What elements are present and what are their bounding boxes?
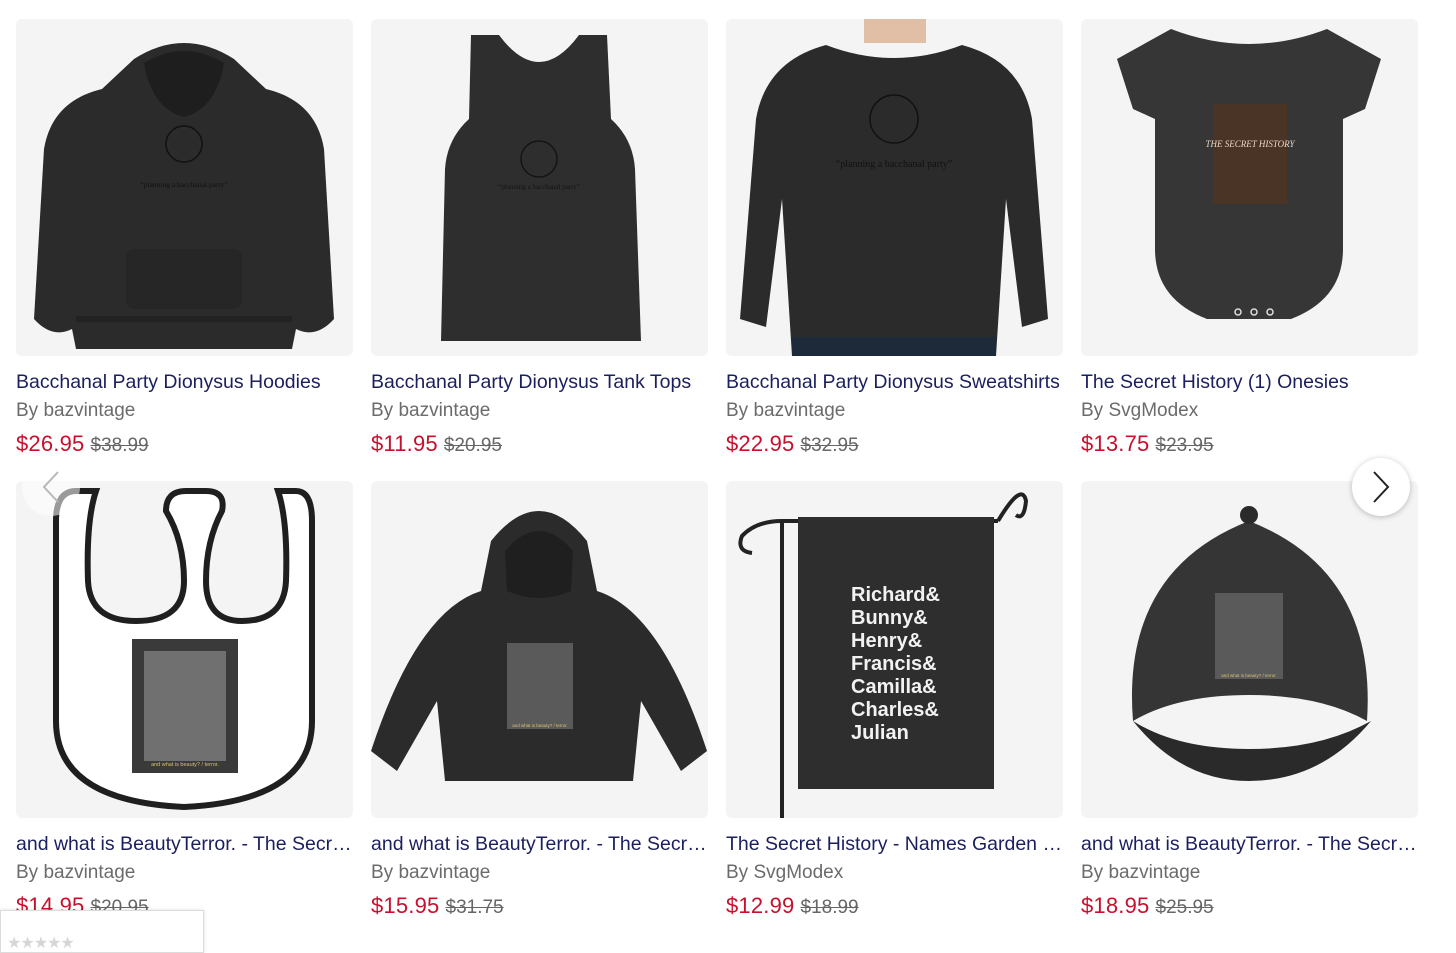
product-title[interactable]: and what is BeautyTerror. - The Secret H… — [16, 832, 353, 856]
carousel-prev-button[interactable] — [22, 458, 80, 516]
flag-names: Richard& Bunny& Henry& Francis& Camilla&… — [851, 584, 945, 744]
flag-name-line: Camilla& — [851, 676, 937, 698]
product-image[interactable]: “planning a bacchanal party” — [371, 19, 708, 356]
flag-name-line: Julian — [851, 722, 909, 744]
product-seller[interactable]: By SvgModex — [1081, 399, 1418, 423]
product-card-kids-hoodie[interactable]: and what is beauty? / terror. and what i… — [371, 481, 708, 943]
flag-name-line: Francis& — [851, 653, 937, 675]
sale-price: $22.95 — [726, 431, 795, 456]
product-prices: $11.95 $20.95 — [371, 431, 708, 460]
print-text: and what is beauty? / terror. — [1221, 673, 1277, 678]
product-row: “planning a bacchanal party” Bacchanal P… — [16, 19, 1418, 481]
flag-name-line: Henry& — [851, 630, 922, 652]
product-title[interactable]: Bacchanal Party Dionysus Tank Tops — [371, 370, 708, 394]
product-card-cap[interactable]: and what is beauty? / terror. and what i… — [1081, 481, 1418, 943]
product-seller[interactable]: By bazvintage — [726, 399, 1063, 423]
print-text: “planning a bacchanal party” — [498, 183, 579, 191]
product-card-sweatshirt[interactable]: “planning a bacchanal party” Bacchanal P… — [726, 19, 1063, 481]
product-card-hoodie[interactable]: “planning a bacchanal party” Bacchanal P… — [16, 19, 353, 481]
product-title[interactable]: Bacchanal Party Dionysus Hoodies — [16, 370, 353, 394]
product-seller[interactable]: By bazvintage — [371, 399, 708, 423]
print-text: and what is beauty? / terror. — [512, 723, 568, 728]
star-rating-icon[interactable]: ★★★★★ — [7, 935, 75, 952]
print-text: and what is beauty? / terror. — [151, 762, 219, 768]
product-prices: $22.95 $32.95 — [726, 431, 1063, 460]
flag-name-line: Charles& — [851, 699, 939, 721]
original-price: $20.95 — [443, 435, 502, 456]
product-title[interactable]: The Secret History - Names Garden Flags — [726, 832, 1063, 856]
chevron-right-icon — [1373, 471, 1390, 503]
original-price: $32.95 — [800, 435, 859, 456]
print-text: “planning a bacchanal party” — [836, 159, 952, 170]
product-title[interactable]: The Secret History (1) Onesies — [1081, 370, 1418, 394]
product-image[interactable]: and what is beauty? / terror. — [16, 481, 353, 818]
bottom-fade-overlay — [0, 915, 1456, 953]
product-seller[interactable]: By bazvintage — [1081, 861, 1418, 885]
product-title[interactable]: and what is BeautyTerror. - The Secret H… — [371, 832, 708, 856]
print-text: THE SECRET HISTORY — [1205, 139, 1295, 149]
rating-widget[interactable]: ★★★★★ — [0, 910, 204, 953]
original-price: $23.95 — [1155, 435, 1214, 456]
product-image[interactable]: THE SECRET HISTORY — [1081, 19, 1418, 356]
product-card-tank-top[interactable]: “planning a bacchanal party” Bacchanal P… — [371, 19, 708, 481]
sale-price: $13.75 — [1081, 431, 1150, 456]
product-grid: “planning a bacchanal party” Bacchanal P… — [16, 19, 1418, 943]
flag-name-line: Richard& — [851, 584, 940, 606]
product-image[interactable]: and what is beauty? / terror. — [371, 481, 708, 818]
product-seller[interactable]: By SvgModex — [726, 861, 1063, 885]
product-row: and what is beauty? / terror. and what i… — [16, 481, 1418, 943]
product-image[interactable]: and what is beauty? / terror. — [1081, 481, 1418, 818]
product-prices: $26.95 $38.99 — [16, 431, 353, 460]
product-seller[interactable]: By bazvintage — [16, 861, 353, 885]
product-prices: $13.75 $23.95 — [1081, 431, 1418, 460]
product-title[interactable]: and what is BeautyTerror. - The Secret H… — [1081, 832, 1418, 856]
sale-price: $11.95 — [371, 431, 438, 456]
product-image[interactable]: Richard& Bunny& Henry& Francis& Camilla&… — [726, 481, 1063, 818]
product-seller[interactable]: By bazvintage — [371, 861, 708, 885]
print-text: “planning a bacchanal party” — [140, 180, 227, 189]
product-card-garden-flag[interactable]: Richard& Bunny& Henry& Francis& Camilla&… — [726, 481, 1063, 943]
product-seller[interactable]: By bazvintage — [16, 399, 353, 423]
carousel-next-button[interactable] — [1352, 458, 1410, 516]
chevron-left-icon — [42, 471, 59, 503]
flag-name-line: Bunny& — [851, 607, 928, 629]
sale-price: $26.95 — [16, 431, 85, 456]
original-price: $38.99 — [90, 435, 149, 456]
product-image[interactable]: “planning a bacchanal party” — [726, 19, 1063, 356]
product-image[interactable]: “planning a bacchanal party” — [16, 19, 353, 356]
product-card-bib[interactable]: and what is beauty? / terror. and what i… — [16, 481, 353, 943]
product-card-onesie[interactable]: THE SECRET HISTORY The Secret History (1… — [1081, 19, 1418, 481]
product-title[interactable]: Bacchanal Party Dionysus Sweatshirts — [726, 370, 1063, 394]
